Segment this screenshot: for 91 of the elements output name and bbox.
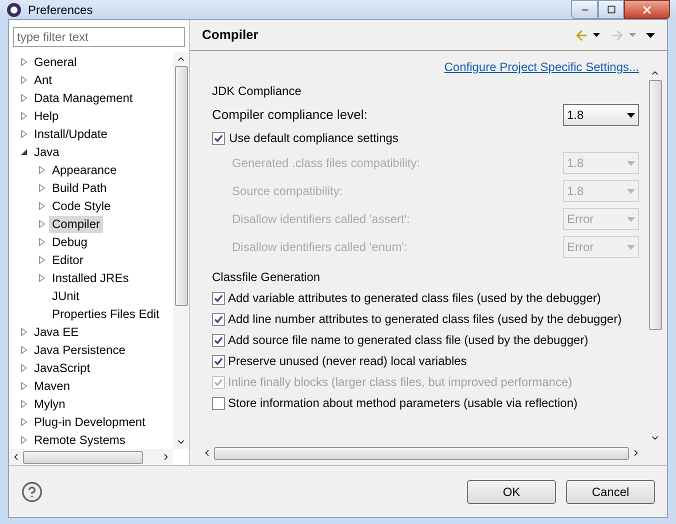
checkbox-label: Add source file name to generated class file (used by the debugger): [228, 332, 588, 349]
collapsed-triangle-icon[interactable]: [21, 328, 27, 336]
section-heading: Classfile Generation: [212, 269, 322, 286]
checkbox-label: Store information about method parameters (usable via reflection): [228, 395, 578, 412]
collapsed-triangle-icon[interactable]: [39, 166, 45, 174]
close-icon: [641, 4, 653, 16]
collapsed-triangle-icon[interactable]: [21, 58, 27, 66]
tree-item[interactable]: Java EE: [31, 324, 82, 340]
collapsed-triangle-icon[interactable]: [21, 364, 27, 372]
tree-item[interactable]: Installed JREs: [49, 270, 132, 286]
tree-item[interactable]: Java: [31, 144, 62, 160]
checkbox-label: Preserve unused (never read) local variables: [228, 353, 467, 370]
checkbox-label: Use default compliance settings: [229, 130, 398, 147]
check-icon: [214, 294, 223, 302]
vertical-scrollbar[interactable]: [173, 52, 189, 449]
dropdown[interactable]: 1.8: [563, 104, 639, 126]
expanded-triangle-icon[interactable]: [21, 149, 27, 155]
tree-item[interactable]: JavaScript: [31, 360, 94, 376]
collapsed-triangle-icon[interactable]: [21, 346, 27, 354]
maximize-button[interactable]: [598, 0, 624, 19]
collapsed-triangle-icon[interactable]: [39, 256, 45, 264]
maximize-icon: [606, 5, 616, 14]
tree-item[interactable]: Appearance: [49, 162, 120, 178]
caret-icon: [627, 160, 635, 166]
tree-item[interactable]: Maven: [31, 378, 74, 394]
tree-item[interactable]: Compiler: [49, 216, 104, 232]
collapsed-triangle-icon[interactable]: [21, 382, 27, 390]
check-icon: [214, 378, 223, 386]
collapsed-triangle-icon[interactable]: [21, 112, 27, 120]
close-button[interactable]: [624, 0, 670, 19]
collapsed-triangle-icon[interactable]: [21, 130, 27, 138]
horizontal-scrollbar[interactable]: [9, 449, 173, 465]
tree-item[interactable]: Ant: [31, 72, 56, 88]
collapsed-triangle-icon[interactable]: [21, 76, 27, 84]
dialog-button[interactable]: OK: [467, 480, 556, 504]
check-icon: [214, 336, 223, 344]
setting-label: Disallow identifiers called 'assert':: [232, 211, 410, 228]
collapsed-triangle-icon[interactable]: [39, 184, 45, 192]
filter-field[interactable]: type filter text: [13, 27, 185, 47]
dialog-button[interactable]: Cancel: [566, 480, 655, 504]
forward-arrow-icon[interactable]: [610, 28, 625, 42]
app-icon: [6, 2, 22, 18]
collapsed-triangle-icon[interactable]: [39, 202, 45, 210]
checkbox[interactable]: [212, 354, 225, 368]
checkbox[interactable]: [212, 312, 225, 326]
checkbox-label: Inline finally blocks (larger class files, but improved performance): [228, 374, 572, 391]
tree-item[interactable]: Data Management: [31, 90, 136, 106]
collapsed-triangle-icon[interactable]: [39, 238, 45, 246]
checkbox[interactable]: [212, 292, 225, 304]
tree-item[interactable]: JUnit: [49, 288, 82, 304]
collapsed-triangle-icon[interactable]: [21, 418, 27, 426]
check-icon: [214, 134, 223, 142]
tree-item[interactable]: General: [31, 54, 80, 70]
caret-icon: [627, 112, 635, 118]
collapsed-triangle-icon[interactable]: [21, 94, 27, 102]
tree-item[interactable]: Editor: [49, 252, 86, 268]
collapsed-triangle-icon[interactable]: [21, 436, 27, 444]
setting-label: Source compatibility:: [232, 183, 343, 200]
project-settings-link[interactable]: Configure Project Specific Settings...: [444, 58, 639, 76]
tree-item[interactable]: Properties Files Edit: [49, 306, 162, 322]
section-heading: JDK Compliance: [212, 83, 302, 100]
tree-item[interactable]: Plug-in Development: [31, 414, 148, 430]
checkbox-label: Add line number attributes to generated class files (used by the debugger): [228, 311, 622, 328]
tree-item[interactable]: Code Style: [49, 198, 114, 214]
collapsed-triangle-icon[interactable]: [39, 220, 45, 228]
tree-item[interactable]: Remote Systems: [31, 432, 128, 448]
view-menu-icon[interactable]: [646, 32, 655, 38]
check-icon: [214, 356, 223, 366]
checkbox[interactable]: [212, 396, 225, 410]
page-title: Compiler: [202, 26, 258, 44]
window-title: Preferences: [28, 2, 93, 18]
compliance-label: Compiler compliance level:: [212, 106, 368, 124]
tree-item[interactable]: Install/Update: [31, 126, 110, 142]
help-icon[interactable]: [21, 480, 43, 502]
tree-item[interactable]: Mylyn: [31, 396, 68, 412]
tree-item[interactable]: Help: [31, 108, 62, 124]
caret-icon[interactable]: [593, 33, 600, 37]
tree-item[interactable]: Debug: [49, 234, 90, 250]
collapsed-triangle-icon[interactable]: [39, 274, 45, 282]
checkbox-label: Add variable attributes to generated class files (used by the debugger): [228, 290, 601, 307]
checkbox[interactable]: [212, 132, 225, 144]
setting-label: Generated .class files compatibility:: [232, 155, 420, 172]
collapsed-triangle-icon[interactable]: [21, 400, 27, 408]
caret-icon: [627, 216, 635, 222]
tree-item[interactable]: Build Path: [49, 180, 110, 196]
caret-icon: [627, 244, 635, 250]
checkbox[interactable]: [212, 334, 225, 346]
setting-label: Disallow identifiers called 'enum':: [232, 239, 408, 256]
tree-item[interactable]: Java Persistence: [31, 342, 128, 358]
check-icon: [214, 314, 223, 324]
caret-icon: [627, 188, 635, 194]
